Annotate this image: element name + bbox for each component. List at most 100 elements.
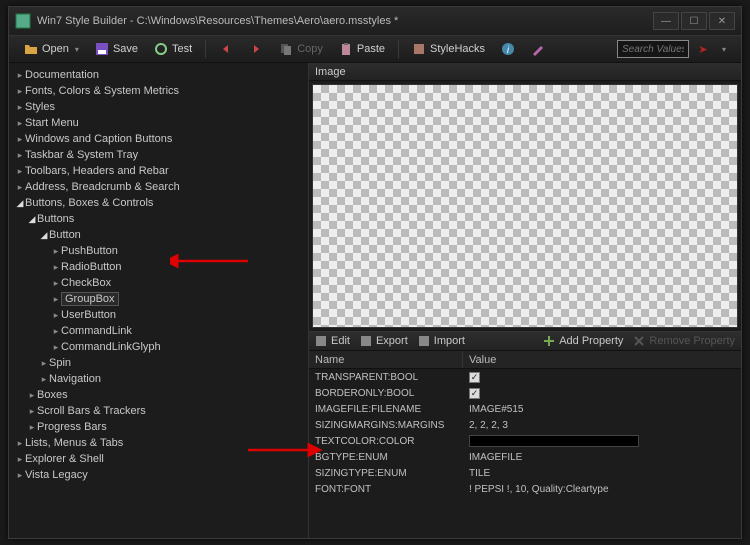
property-row[interactable]: TRANSPARENT:BOOL✓ [309,369,741,385]
tree-item[interactable]: ▸Address, Breadcrumb & Search [9,179,308,195]
minimize-button[interactable]: — [653,12,679,30]
chevron-right-icon[interactable]: ▸ [39,358,49,369]
chevron-right-icon[interactable]: ▸ [27,406,37,417]
chevron-right-icon[interactable]: ▸ [51,294,61,305]
redo-button[interactable] [242,39,270,59]
tree-item[interactable]: ◢Button [9,227,308,243]
tree-item[interactable]: ▸Toolbars, Headers and Rebar [9,163,308,179]
chevron-right-icon[interactable]: ▸ [15,454,25,465]
property-value[interactable] [463,433,741,449]
chevron-right-icon[interactable]: ▸ [51,310,61,321]
property-row[interactable]: TEXTCOLOR:COLOR [309,433,741,449]
chevron-right-icon[interactable]: ▸ [51,326,61,337]
property-value[interactable]: ! PEPSI !, 10, Quality:Cleartype [463,481,741,497]
chevron-right-icon[interactable]: ▸ [27,390,37,401]
search-go-button[interactable]: ➤ [695,41,711,57]
help-button[interactable]: i [494,39,522,59]
property-row[interactable]: SIZINGTYPE:ENUMTILE [309,465,741,481]
chevron-right-icon[interactable]: ▸ [27,422,37,433]
chevron-down-icon[interactable]: ◢ [39,230,49,241]
chevron-right-icon[interactable]: ▸ [15,102,25,113]
tree-item[interactable]: ▸PushButton [9,243,308,259]
tree-item[interactable]: ▸Scroll Bars & Trackers [9,403,308,419]
chevron-right-icon[interactable]: ▸ [15,150,25,161]
property-row[interactable]: BGTYPE:ENUMIMAGEFILE [309,449,741,465]
tree-item[interactable]: ▸Windows and Caption Buttons [9,131,308,147]
chevron-right-icon[interactable]: ▸ [15,182,25,193]
search-input[interactable] [617,40,689,58]
export-button[interactable]: Export [360,335,408,347]
chevron-down-icon[interactable]: ◢ [15,198,25,209]
tree-item[interactable]: ▸CommandLink [9,323,308,339]
chevron-right-icon[interactable]: ▸ [15,86,25,97]
save-button[interactable]: Save [88,39,145,59]
property-row[interactable]: FONT:FONT! PEPSI !, 10, Quality:Cleartyp… [309,481,741,497]
tree-item[interactable]: ▸RadioButton [9,259,308,275]
undo-button[interactable] [212,39,240,59]
chevron-right-icon[interactable]: ▸ [51,278,61,289]
tree-item[interactable]: ▸CommandLinkGlyph [9,339,308,355]
chevron-down-icon[interactable]: ◢ [27,214,37,225]
chevron-right-icon[interactable]: ▸ [15,118,25,129]
property-grid[interactable]: TRANSPARENT:BOOL✓BORDERONLY:BOOL✓IMAGEFI… [309,369,741,538]
tree-item[interactable]: ▸Documentation [9,67,308,83]
import-button[interactable]: Import [418,335,465,347]
add-icon [543,335,555,347]
chevron-right-icon[interactable]: ▸ [51,246,61,257]
remove-property-button[interactable]: Remove Property [633,335,735,347]
tree-item[interactable]: ◢Buttons, Boxes & Controls [9,195,308,211]
property-value[interactable]: IMAGE#515 [463,401,741,417]
property-value[interactable]: IMAGEFILE [463,449,741,465]
nav-tree[interactable]: ▸Documentation▸Fonts, Colors & System Me… [9,67,308,483]
tree-item[interactable]: ▸CheckBox [9,275,308,291]
chevron-right-icon[interactable]: ▸ [51,342,61,353]
tree-item[interactable]: ▸Start Menu [9,115,308,131]
copy-button[interactable]: Copy [272,39,330,59]
color-swatch[interactable] [469,435,639,447]
chevron-right-icon[interactable]: ▸ [51,262,61,273]
tree-item[interactable]: ▸Boxes [9,387,308,403]
close-button[interactable]: ✕ [709,12,735,30]
tree-item[interactable]: ▸Styles [9,99,308,115]
chevron-right-icon[interactable]: ▸ [15,438,25,449]
tree-item[interactable]: ▸Lists, Menus & Tabs [9,435,308,451]
tree-item[interactable]: ▸Navigation [9,371,308,387]
checkbox-icon[interactable]: ✓ [469,372,480,383]
tree-item[interactable]: ▸Fonts, Colors & System Metrics [9,83,308,99]
chevron-right-icon[interactable]: ▸ [15,166,25,177]
property-value[interactable]: TILE [463,465,741,481]
tree-item[interactable]: ▸UserButton [9,307,308,323]
checkbox-icon[interactable]: ✓ [469,388,480,399]
property-row[interactable]: SIZINGMARGINS:MARGINS2, 2, 2, 3 [309,417,741,433]
add-property-button[interactable]: Add Property [543,335,623,347]
tree-item[interactable]: ▸Spin [9,355,308,371]
tree-item[interactable]: ▸Taskbar & System Tray [9,147,308,163]
property-value[interactable]: ✓ [463,369,741,385]
chevron-right-icon[interactable]: ▸ [15,70,25,81]
search-options-button[interactable]: ▾ [713,42,733,57]
maximize-button[interactable]: ☐ [681,12,707,30]
titlebar[interactable]: Win7 Style Builder - C:\Windows\Resource… [9,7,741,35]
chevron-right-icon[interactable]: ▸ [15,470,25,481]
paste-button[interactable]: Paste [332,39,392,59]
tree-item[interactable]: ▸Vista Legacy [9,467,308,483]
chevron-right-icon[interactable]: ▸ [39,374,49,385]
property-row[interactable]: IMAGEFILE:FILENAMEIMAGE#515 [309,401,741,417]
open-button[interactable]: Open▾ [17,39,86,59]
property-value[interactable]: 2, 2, 2, 3 [463,417,741,433]
property-value[interactable]: ✓ [463,385,741,401]
test-button[interactable]: Test [147,39,199,59]
tree-item[interactable]: ◢Buttons [9,211,308,227]
property-row[interactable]: BORDERONLY:BOOL✓ [309,385,741,401]
col-name[interactable]: Name [309,351,463,368]
image-panel-header[interactable]: Image [309,63,741,81]
tree-item[interactable]: ▸Explorer & Shell [9,451,308,467]
edit-button[interactable]: Edit [315,335,350,347]
tree-item[interactable]: ▸Progress Bars [9,419,308,435]
col-value[interactable]: Value [463,351,741,368]
stylehacks-button[interactable]: StyleHacks [405,39,492,59]
image-preview[interactable] [312,84,738,328]
chevron-right-icon[interactable]: ▸ [15,134,25,145]
tree-item[interactable]: ▸GroupBox [9,291,308,307]
wand-button[interactable] [524,39,552,59]
